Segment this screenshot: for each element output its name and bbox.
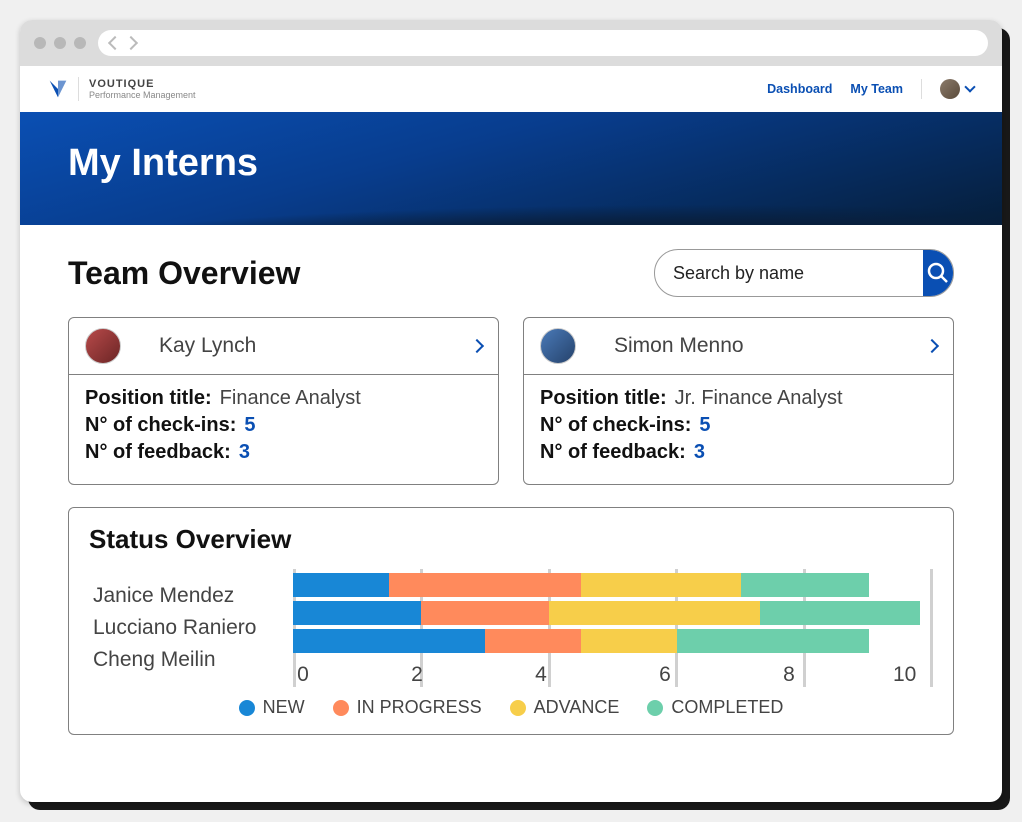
intern-card-header[interactable]: Simon Menno	[524, 318, 953, 374]
window-minimize-dot[interactable]	[54, 37, 66, 49]
app-header: VOUTIQUE Performance Management Dashboar…	[20, 66, 1002, 112]
browser-frame: VOUTIQUE Performance Management Dashboar…	[20, 20, 1002, 802]
feedback-value: 3	[239, 441, 250, 464]
window-controls	[34, 37, 86, 49]
intern-card-header[interactable]: Kay Lynch	[69, 318, 498, 374]
status-overview-title: Status Overview	[89, 524, 933, 555]
x-tick: 6	[655, 663, 675, 687]
window-zoom-dot[interactable]	[74, 37, 86, 49]
bar-segment	[581, 573, 741, 597]
legend-dot	[510, 700, 526, 716]
chart-row-label: Lucciano Raniero	[93, 614, 293, 642]
brand-logo[interactable]: VOUTIQUE Performance Management	[48, 77, 196, 101]
avatar	[85, 328, 121, 364]
bar-segment	[389, 573, 581, 597]
x-tick: 0	[293, 663, 313, 687]
legend-label: ADVANCE	[534, 697, 620, 718]
legend-item: ADVANCE	[510, 697, 620, 718]
intern-card: Simon Menno Position title: Jr. Finance …	[523, 317, 954, 485]
hero-banner: My Interns	[20, 112, 1002, 225]
browser-chrome-bar	[20, 20, 1002, 66]
intern-card-body: Position title: Jr. Finance Analyst N° o…	[524, 374, 953, 484]
x-tick: 10	[893, 663, 913, 687]
intern-name: Kay Lynch	[135, 334, 458, 358]
checkins-label: N° of check-ins:	[540, 414, 691, 437]
x-tick: 4	[531, 663, 551, 687]
legend-label: COMPLETED	[671, 697, 783, 718]
search-icon	[926, 261, 950, 285]
chevron-right-icon	[925, 339, 939, 353]
checkins-value: 5	[699, 414, 710, 437]
intern-cards-row: Kay Lynch Position title: Finance Analys…	[68, 317, 954, 485]
brand-name: VOUTIQUE	[89, 78, 196, 90]
legend-dot	[333, 700, 349, 716]
bar-segment	[581, 629, 677, 653]
checkins-label: N° of check-ins:	[85, 414, 236, 437]
legend-dot	[239, 700, 255, 716]
voutique-logo-icon	[48, 79, 68, 99]
position-label: Position title:	[85, 387, 212, 410]
chart-canvas: 0 2 4 6 8 10	[293, 569, 933, 687]
bar-segment	[293, 573, 389, 597]
legend-label: NEW	[263, 697, 305, 718]
x-tick: 2	[407, 663, 427, 687]
chart-bar-row	[293, 629, 933, 653]
intern-name: Simon Menno	[590, 334, 913, 358]
feedback-label: N° of feedback:	[85, 441, 231, 464]
status-overview-panel: Status Overview Janice Mendez Lucciano Ra…	[68, 507, 954, 735]
bar-segment	[293, 601, 421, 625]
header-nav: Dashboard My Team	[767, 79, 974, 99]
legend-label: IN PROGRESS	[357, 697, 482, 718]
main-content: Team Overview Kay Lynch Position title: …	[20, 225, 1002, 802]
avatar	[940, 79, 960, 99]
bar-segment	[677, 629, 869, 653]
search-input[interactable]	[655, 263, 923, 284]
intern-card-body: Position title: Finance Analyst N° of ch…	[69, 374, 498, 484]
user-menu[interactable]	[940, 79, 974, 99]
legend-item: COMPLETED	[647, 697, 783, 718]
chevron-down-icon	[964, 81, 975, 92]
nav-back-icon[interactable]	[108, 36, 122, 50]
search-container	[654, 249, 954, 297]
bar-segment	[549, 601, 760, 625]
avatar	[540, 328, 576, 364]
brand-text: VOUTIQUE Performance Management	[89, 78, 196, 100]
bar-segment	[293, 629, 485, 653]
section-title: Team Overview	[68, 255, 300, 292]
url-bar[interactable]	[98, 30, 988, 56]
chart-bar-row	[293, 601, 933, 625]
brand-subtitle: Performance Management	[89, 90, 196, 100]
chart-bars	[293, 569, 933, 657]
window-close-dot[interactable]	[34, 37, 46, 49]
search-button[interactable]	[923, 250, 953, 296]
intern-card: Kay Lynch Position title: Finance Analys…	[68, 317, 499, 485]
feedback-label: N° of feedback:	[540, 441, 686, 464]
chart-bar-row	[293, 573, 933, 597]
position-label: Position title:	[540, 387, 667, 410]
bar-segment	[741, 573, 869, 597]
nav-my-team[interactable]: My Team	[850, 82, 903, 96]
status-chart: Janice Mendez Lucciano Raniero Cheng Meili…	[89, 569, 933, 687]
bar-segment	[485, 629, 581, 653]
chart-legend: NEW IN PROGRESS ADVANCE COMPLETED	[89, 697, 933, 718]
feedback-value: 3	[694, 441, 705, 464]
x-tick: 8	[779, 663, 799, 687]
chart-row-label: Janice Mendez	[93, 582, 293, 610]
chart-y-labels: Janice Mendez Lucciano Raniero Cheng Meili…	[93, 569, 293, 687]
chart-row-label: Cheng Meilin	[93, 646, 293, 674]
nav-forward-icon[interactable]	[124, 36, 138, 50]
page-title: My Interns	[68, 142, 954, 185]
bar-segment	[760, 601, 920, 625]
legend-dot	[647, 700, 663, 716]
chevron-right-icon	[470, 339, 484, 353]
bar-segment	[421, 601, 549, 625]
nav-dashboard[interactable]: Dashboard	[767, 82, 832, 96]
checkins-value: 5	[244, 414, 255, 437]
legend-item: NEW	[239, 697, 305, 718]
position-value: Jr. Finance Analyst	[675, 387, 843, 410]
legend-item: IN PROGRESS	[333, 697, 482, 718]
position-value: Finance Analyst	[220, 387, 361, 410]
